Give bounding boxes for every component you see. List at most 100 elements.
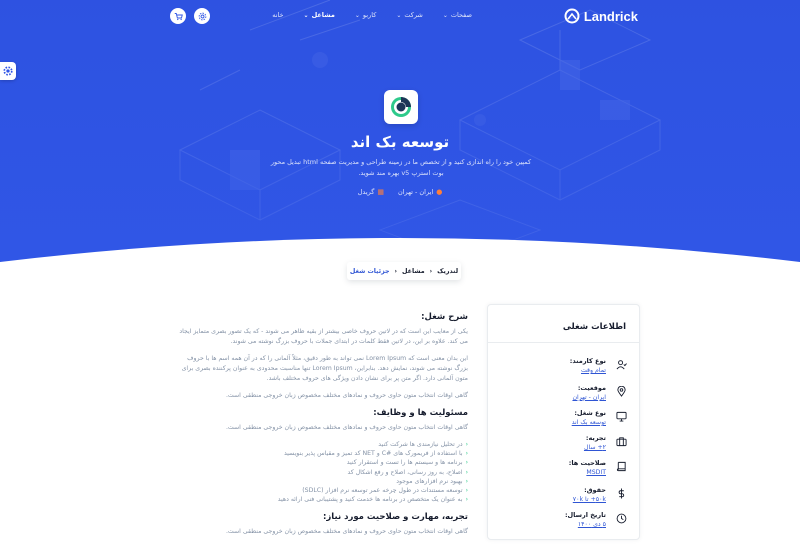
user-check-icon [616,360,627,370]
info-salary: حقوق: ۵۰k+ تا ۷۰k [573,486,627,504]
info-value-link[interactable]: MSDIT [569,468,606,477]
list-item-text: بهبود نرم افزارهای موجود [396,477,463,485]
description-title: شرح شغل: [421,312,468,322]
info-value-link[interactable]: ایران - تهران [572,393,606,402]
breadcrumb-jobs[interactable]: مشاغل [402,268,425,275]
list-item: ‹ به عنوان یک متخصص در برنامه ها خدمت کنی… [176,495,468,504]
list-item-text: با استفاده از فریمورک های #C و NET کد تم… [283,450,463,458]
info-label: موقعیت: [577,384,606,392]
job-location-text: ایران - تهران [397,188,434,196]
nav-item-jobs[interactable]: مشاغل ⌄ [304,11,335,19]
monitor-icon [616,411,627,422]
info-value-link[interactable]: ۲+ سال [584,443,606,452]
description-paragraph-1: یکی از معایب این است که در لاتین حروف خا… [179,328,468,345]
info-label: نوع کارمند: [569,357,606,365]
info-date-posted: تاریخ ارسال: ۵ دی ۱۴۰۰ [565,511,627,529]
breadcrumb-home[interactable]: لندریک [437,268,458,275]
cart-button[interactable] [170,8,186,24]
responsibilities-list: ‹ در تحلیل نیازمندی ها شرکت کنید ‹ با استف… [176,440,468,504]
info-value-link[interactable]: ۵ دی ۱۴۰۰ [565,520,606,529]
description-paragraph-3: گاهی اوقات انتخاب متون حاوی حروف و نماده… [225,392,468,399]
info-label: صلاحیت ها: [568,459,606,467]
nav-item-pages[interactable]: صفحات ⌄ [443,11,472,19]
info-value-link[interactable]: توسعه بک اند [572,418,606,427]
brand-logo[interactable]: Landrick [564,8,638,24]
company-logo-icon [391,97,411,117]
chevron-left-icon: ‹ [465,459,468,467]
company-logo [384,90,418,124]
breadcrumb: لندریک ‹ مشاغل ‹ جزئیات شغل [347,262,461,280]
list-item: ‹ اصلاح، به روز رسانی، اصلاح و رفع اشکال … [176,468,468,477]
info-label: تاریخ ارسال: [564,511,606,519]
chevron-down-icon: ⌄ [354,11,360,19]
job-location: ● ایران - تهران [398,188,442,196]
description-paragraph-2: این بدان معنی است که Lorem Ipsum نمی توا… [181,355,468,382]
list-item-text: اصلاح، به روز رسانی، اصلاح و رفع اشکال ک… [347,468,463,476]
job-title: توسعه بک اند [350,133,450,151]
nav-item-home[interactable]: خانه [272,11,283,19]
chevron-left-icon: ‹ [465,496,468,504]
list-item-text: به عنوان یک متخصص در برنامه ها خدمت کنید… [277,496,463,504]
chevron-down-icon: ⌄ [442,11,448,19]
nav-label-jobs: مشاغل [311,11,335,19]
gear-icon [3,66,13,76]
hero-section [0,0,800,262]
job-info-title: اطلاعات شغلی [488,305,639,343]
chevron-left-icon: ‹ [465,441,468,448]
map-pin-icon: ● [436,188,443,196]
chevron-down-icon: ⌄ [396,11,402,19]
list-item: ‹ توسعه مستندات در طول چرخه عمر توسعه نرم… [176,486,468,495]
list-item-text: توسعه مستندات در طول چرخه عمر توسعه نرم … [302,487,463,495]
briefcase-icon [616,437,627,447]
chevron-down-icon: ⌄ [303,11,309,19]
dollar-icon [618,488,625,499]
job-details: شرح شغل: یکی از معایب این است که در لاتی… [176,312,468,544]
nav-label-pages: صفحات [450,11,472,19]
job-description: کمپین خود را راه اندازی کنید و از تخصص م… [270,158,532,177]
book-icon [616,461,626,472]
info-label: تجربه: [585,434,606,442]
chevron-left-icon: ‹ [465,487,468,495]
hero-overlay [0,0,800,262]
chevron-left-icon: ‹ [465,468,468,476]
info-location: موقعیت: ایران - تهران [572,384,627,402]
chevron-left-icon: ‹ [429,267,433,275]
nav-item-candidates[interactable]: کاربو ⌄ [355,11,376,19]
nav-label-candidates: کاربو [362,11,377,19]
calendar-icon: ▦ [377,188,384,196]
job-type: ▦ گریدل [358,188,384,196]
clock-icon [616,513,627,524]
settings-icon [198,12,206,20]
landrick-logo-icon [564,8,580,24]
chevron-left-icon: ‹ [394,267,398,275]
nav-icon-group [170,8,210,24]
settings-button[interactable] [194,8,210,24]
list-item-text: در تحلیل نیازمندی ها شرکت کنید [378,441,463,448]
responsibilities-intro: گاهی اوقات انتخاب متون حاوی حروف و نماده… [225,424,468,431]
experience-title: تجربه، مهارت و صلاحیت مورد نیاز: [322,512,468,523]
info-qualifications: صلاحیت ها: MSDIT [569,459,627,477]
job-info-card: اطلاعات شغلی نوع کارمند: تمام وقت موقعیت:… [487,304,640,540]
nav-label-home: خانه [272,11,284,19]
brand-name: Landrick [583,8,638,24]
job-meta: ● ایران - تهران ▦ گریدل [300,188,500,196]
list-item: ‹ برنامه ها و سیستم ها را تست و استقرار ک… [176,458,468,467]
map-pin-icon [617,386,626,397]
info-value-link[interactable]: تمام وقت [570,366,606,375]
list-item: ‹ بهبود نرم افزارهای موجود [176,477,468,486]
info-label: حقوق: [584,486,606,494]
info-value-link[interactable]: ۵۰k+ تا ۷۰k [573,495,606,504]
settings-toggle-button[interactable] [0,62,16,80]
cart-icon [174,12,183,20]
info-job-type: نوع شغل: توسعه بک اند [572,409,627,427]
job-type-text: گریدل [357,188,375,196]
list-item: ‹ در تحلیل نیازمندی ها شرکت کنید [176,440,468,449]
info-experience: تجربه: ۲+ سال [584,434,627,452]
info-label: نوع شغل: [574,409,606,417]
list-item-text: برنامه ها و سیستم ها را تست و استقرار کن… [346,459,463,467]
experience-intro: گاهی اوقات انتخاب متون حاوی حروف و نماده… [225,528,468,536]
nav-item-company[interactable]: شرکت ⌄ [396,11,423,19]
chevron-left-icon: ‹ [465,477,468,485]
info-employee-type: نوع کارمند: تمام وقت [570,357,627,375]
nav-label-company: شرکت [404,11,423,19]
